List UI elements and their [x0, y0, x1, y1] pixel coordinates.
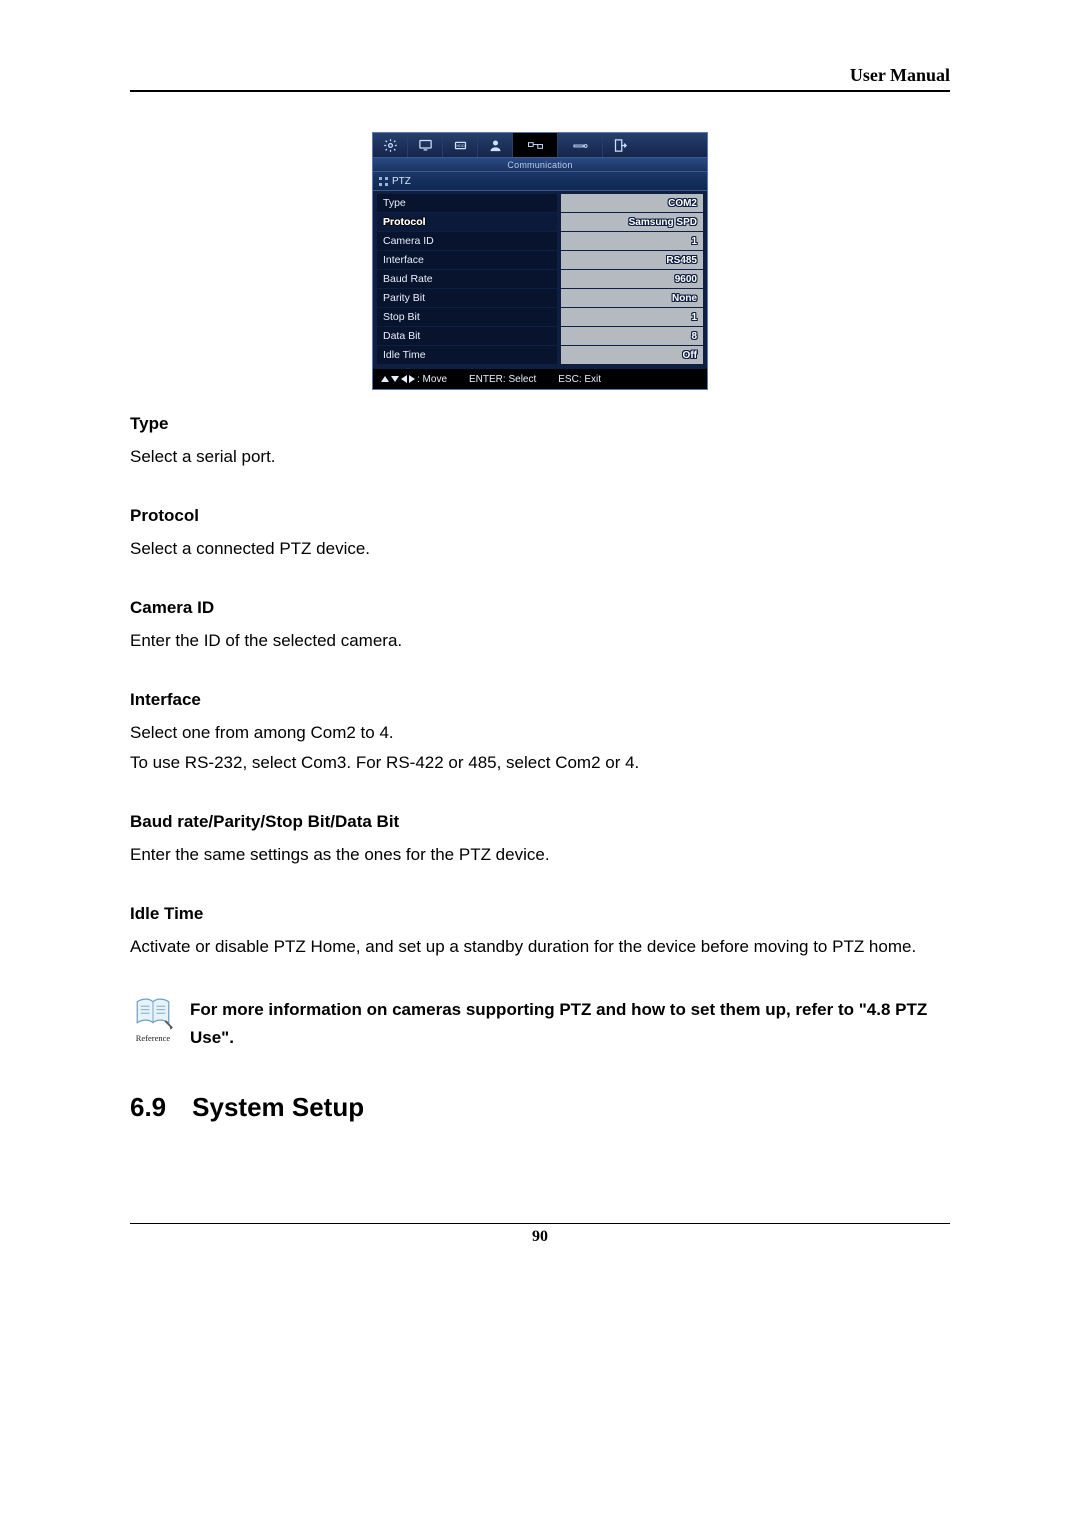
dvr-foot-select: ENTER: Select — [469, 374, 536, 385]
dvr-label: Idle Time — [383, 349, 426, 361]
dvr-row-data-bit[interactable]: Data Bit 8 — [377, 327, 703, 345]
desc-title: Interface — [130, 690, 950, 710]
dvr-screenshot: HDD Communication PTZ — [130, 132, 950, 390]
header-title: User Manual — [850, 65, 950, 86]
dvr-subheader: Communication — [373, 158, 707, 171]
section-title: System Setup — [192, 1092, 364, 1123]
desc-text: Select a connected PTZ device. — [130, 534, 950, 564]
dvr-breadcrumb-text: PTZ — [392, 176, 411, 187]
dvr-value: Off — [683, 350, 697, 361]
section-number: 6.9 — [130, 1092, 166, 1123]
desc-text: Activate or disable PTZ Home, and set up… — [130, 932, 950, 962]
reference-block: Reference For more information on camera… — [130, 996, 950, 1052]
dvr-row-protocol[interactable]: Protocol Samsung SPD — [377, 213, 703, 231]
dvr-label: Type — [383, 197, 406, 209]
desc-title: Protocol — [130, 506, 950, 526]
dvr-row-parity-bit[interactable]: Parity Bit None — [377, 289, 703, 307]
dvr-value: COM2 — [668, 198, 697, 209]
dvr-row-stop-bit[interactable]: Stop Bit 1 — [377, 308, 703, 326]
reference-icon-label: Reference — [136, 1033, 170, 1043]
arrow-icons: : Move — [381, 374, 447, 385]
desc-camera-id: Camera ID Enter the ID of the selected c… — [130, 598, 950, 656]
desc-text: Enter the same settings as the ones for … — [130, 840, 950, 870]
desc-title: Type — [130, 414, 950, 434]
dvr-label: Baud Rate — [383, 273, 433, 285]
dvr-row-idle-time[interactable]: Idle Time Off — [377, 346, 703, 364]
hdd-icon[interactable]: HDD — [443, 133, 478, 157]
dvr-foot-exit: ESC: Exit — [558, 374, 601, 385]
dvr-label: Data Bit — [383, 330, 420, 342]
dvr-tab-strip: HDD — [373, 133, 707, 158]
desc-idle-time: Idle Time Activate or disable PTZ Home, … — [130, 904, 950, 962]
user-icon[interactable] — [478, 133, 513, 157]
grid-icon — [379, 177, 388, 186]
dvr-row-camera-id[interactable]: Camera ID 1 — [377, 232, 703, 250]
dvr-breadcrumb: PTZ — [373, 171, 707, 191]
page-number: 90 — [532, 1228, 548, 1245]
dvr-value: 1 — [691, 312, 697, 323]
dvr-value: RS485 — [666, 255, 697, 266]
svg-text:HDD: HDD — [456, 143, 464, 147]
desc-text: Enter the ID of the selected camera. — [130, 626, 950, 656]
dvr-value: 9600 — [675, 274, 697, 285]
monitor-icon[interactable] — [408, 133, 443, 157]
alarm-icon[interactable] — [558, 133, 603, 157]
header-rule: User Manual — [130, 70, 950, 92]
network-icon[interactable] — [513, 133, 558, 157]
dvr-label: Camera ID — [383, 235, 434, 247]
desc-title: Camera ID — [130, 598, 950, 618]
desc-text: Select one from among Com2 to 4. To use … — [130, 718, 950, 778]
gear-icon[interactable] — [373, 133, 408, 157]
reference-icon: Reference — [130, 996, 176, 1052]
dvr-label: Interface — [383, 254, 424, 266]
desc-title: Idle Time — [130, 904, 950, 924]
dvr-row-baud-rate[interactable]: Baud Rate 9600 — [377, 270, 703, 288]
dvr-label: Protocol — [383, 216, 426, 228]
reference-text: For more information on cameras supporti… — [190, 996, 950, 1052]
dvr-value: 1 — [691, 236, 697, 247]
dvr-body: Type COM2 Protocol Samsung SPD Camera ID… — [373, 191, 707, 369]
dvr-foot-move: : Move — [417, 374, 447, 385]
desc-text: Select a serial port. — [130, 442, 950, 472]
page: User Manual HDD — [0, 0, 1080, 1286]
desc-interface: Interface Select one from among Com2 to … — [130, 690, 950, 778]
dvr-label: Parity Bit — [383, 292, 425, 304]
dvr-footer: : Move ENTER: Select ESC: Exit — [373, 369, 707, 389]
dvr-value: None — [672, 293, 697, 304]
desc-title: Baud rate/Parity/Stop Bit/Data Bit — [130, 812, 950, 832]
desc-baud: Baud rate/Parity/Stop Bit/Data Bit Enter… — [130, 812, 950, 870]
dvr-window: HDD Communication PTZ — [372, 132, 708, 390]
dvr-value: 8 — [691, 331, 697, 342]
desc-type: Type Select a serial port. — [130, 414, 950, 472]
dvr-row-interface[interactable]: Interface RS485 — [377, 251, 703, 269]
dvr-row-type[interactable]: Type COM2 — [377, 194, 703, 212]
page-footer: 90 — [130, 1223, 950, 1246]
dvr-value: Samsung SPD — [629, 217, 697, 228]
exit-icon[interactable] — [603, 133, 637, 157]
desc-protocol: Protocol Select a connected PTZ device. — [130, 506, 950, 564]
section-heading: 6.9 System Setup — [130, 1092, 950, 1123]
dvr-label: Stop Bit — [383, 311, 420, 323]
